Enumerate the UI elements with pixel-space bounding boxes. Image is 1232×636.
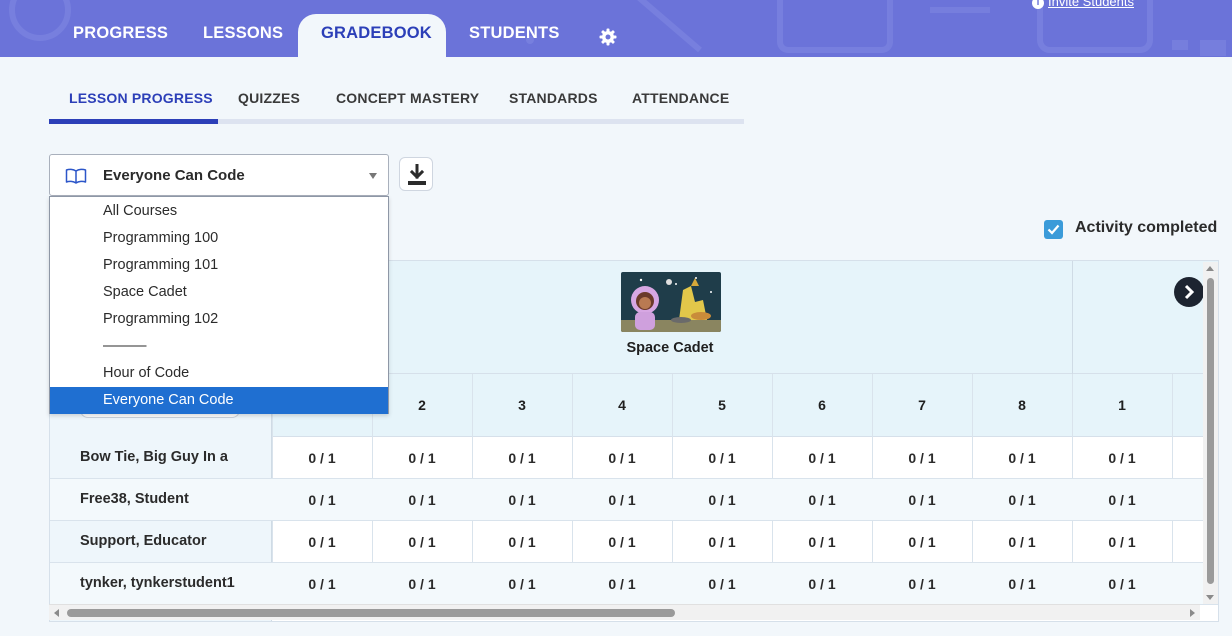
top-nav-bar: PROGRESS LESSONS GRADEBOOK STUDENTS i Inv… bbox=[0, 0, 1232, 57]
student-name[interactable]: Bow Tie, Big Guy In a bbox=[80, 449, 228, 465]
subtab-concept-mastery[interactable]: CONCEPT MASTERY bbox=[336, 90, 479, 106]
score-cell[interactable]: 0 / 1 bbox=[972, 492, 1072, 508]
score-cell[interactable]: 0 / 1 bbox=[672, 492, 772, 508]
table-row: Support, Educator 0 / 1 0 / 1 0 / 1 0 / … bbox=[50, 521, 1218, 563]
table-row: Free38, Student 0 / 1 0 / 1 0 / 1 0 / 1 … bbox=[50, 479, 1218, 521]
activity-completed-label: Activity completed bbox=[1075, 219, 1218, 236]
score-cell[interactable]: 0 / 1 bbox=[272, 576, 372, 592]
score-cell[interactable]: 0 / 1 bbox=[972, 534, 1072, 550]
course-option[interactable]: All Courses bbox=[50, 198, 388, 225]
score-cell[interactable]: 0 / 1 bbox=[372, 534, 472, 550]
score-cell[interactable]: 0 / 1 bbox=[872, 534, 972, 550]
course-option-separator: ——— bbox=[103, 338, 147, 354]
score-cell[interactable]: 0 / 1 bbox=[672, 450, 772, 466]
score-cell[interactable]: 0 / 1 bbox=[872, 450, 972, 466]
score-cell[interactable]: 0 / 1 bbox=[972, 576, 1072, 592]
score-cell[interactable]: 0 / 1 bbox=[1072, 492, 1172, 508]
check-icon bbox=[1047, 224, 1060, 235]
score-cell[interactable]: 0 / 1 bbox=[972, 450, 1072, 466]
vertical-scrollbar[interactable] bbox=[1203, 262, 1218, 604]
score-cell[interactable]: 0 / 1 bbox=[1072, 534, 1172, 550]
lesson-header: 5 bbox=[718, 397, 726, 413]
course-select-value: Everyone Can Code bbox=[103, 167, 245, 184]
scroll-left-icon[interactable] bbox=[54, 609, 59, 617]
lesson-header: 6 bbox=[818, 397, 826, 413]
subtab-active-indicator bbox=[49, 119, 218, 124]
course-option-selected[interactable]: Everyone Can Code bbox=[50, 387, 388, 414]
score-cell[interactable]: 0 / 1 bbox=[472, 534, 572, 550]
course-option[interactable]: Space Cadet bbox=[50, 279, 388, 306]
score-cell[interactable]: 0 / 1 bbox=[772, 450, 872, 466]
subtab-attendance[interactable]: ATTENDANCE bbox=[632, 90, 729, 106]
score-cell[interactable]: 0 / 1 bbox=[772, 576, 872, 592]
course-option[interactable]: Hour of Code bbox=[50, 360, 388, 387]
chevron-down-icon bbox=[369, 173, 377, 179]
student-name[interactable]: Free38, Student bbox=[80, 491, 189, 507]
vertical-scroll-thumb[interactable] bbox=[1207, 278, 1214, 584]
score-cell[interactable]: 0 / 1 bbox=[272, 450, 372, 466]
score-cell[interactable]: 0 / 1 bbox=[372, 450, 472, 466]
next-course-button[interactable] bbox=[1174, 277, 1204, 307]
scroll-down-icon[interactable] bbox=[1206, 595, 1214, 600]
score-cell[interactable]: 0 / 1 bbox=[572, 450, 672, 466]
lesson-header: 8 bbox=[1018, 397, 1026, 413]
score-cell[interactable]: 0 / 1 bbox=[272, 492, 372, 508]
student-name[interactable]: tynker, tynkerstudent1 bbox=[80, 575, 235, 591]
course-title: Space Cadet bbox=[626, 340, 714, 356]
lesson-header: 4 bbox=[618, 397, 626, 413]
info-icon: i bbox=[1032, 0, 1044, 9]
scroll-right-icon[interactable] bbox=[1190, 609, 1195, 617]
chevron-right-icon bbox=[1184, 284, 1195, 300]
course-divider bbox=[1072, 261, 1073, 374]
score-cell[interactable]: 0 / 1 bbox=[672, 534, 772, 550]
score-cell[interactable]: 0 / 1 bbox=[772, 492, 872, 508]
scroll-up-icon[interactable] bbox=[1206, 266, 1214, 271]
table-row: Bow Tie, Big Guy In a 0 / 1 0 / 1 0 / 1 … bbox=[50, 437, 1218, 479]
activity-completed-checkbox[interactable] bbox=[1044, 220, 1063, 239]
score-cell[interactable]: 0 / 1 bbox=[472, 576, 572, 592]
score-cell[interactable]: 0 / 1 bbox=[672, 576, 772, 592]
course-option[interactable]: Programming 101 bbox=[50, 252, 388, 279]
course-option[interactable]: Programming 100 bbox=[50, 225, 388, 252]
student-name[interactable]: Support, Educator bbox=[80, 533, 206, 549]
gear-icon[interactable] bbox=[598, 27, 618, 47]
course-dropdown-list: All Courses Programming 100 Programming … bbox=[49, 196, 389, 414]
subtab-lesson-progress[interactable]: LESSON PROGRESS bbox=[69, 90, 213, 106]
subtab-quizzes[interactable]: QUIZZES bbox=[238, 90, 300, 106]
score-cell[interactable]: 0 / 1 bbox=[472, 450, 572, 466]
score-cell[interactable]: 0 / 1 bbox=[572, 534, 672, 550]
tab-gradebook[interactable]: GRADEBOOK bbox=[321, 24, 432, 43]
score-cell[interactable]: 0 / 1 bbox=[1072, 450, 1172, 466]
course-header bbox=[272, 261, 1218, 374]
score-cell[interactable]: 0 / 1 bbox=[872, 576, 972, 592]
score-cell[interactable]: 0 / 1 bbox=[1072, 576, 1172, 592]
download-icon bbox=[408, 164, 426, 185]
lesson-header: 3 bbox=[518, 397, 526, 413]
course-select[interactable]: Everyone Can Code bbox=[49, 154, 389, 196]
tab-progress[interactable]: PROGRESS bbox=[73, 24, 168, 43]
score-cell[interactable]: 0 / 1 bbox=[572, 576, 672, 592]
tab-students[interactable]: STUDENTS bbox=[469, 24, 560, 43]
horizontal-scrollbar[interactable] bbox=[49, 604, 1200, 620]
space-cadet-course-image bbox=[621, 272, 721, 332]
tab-lessons[interactable]: LESSONS bbox=[203, 24, 283, 43]
score-cell[interactable]: 0 / 1 bbox=[372, 492, 472, 508]
score-cell[interactable]: 0 / 1 bbox=[772, 534, 872, 550]
lesson-header: 1 bbox=[1118, 397, 1126, 413]
table-row: tynker, tynkerstudent1 0 / 1 0 / 1 0 / 1… bbox=[50, 563, 1218, 605]
score-cell[interactable]: 0 / 1 bbox=[872, 492, 972, 508]
score-cell[interactable]: 0 / 1 bbox=[572, 492, 672, 508]
subtab-standards[interactable]: STANDARDS bbox=[509, 90, 598, 106]
course-option[interactable]: Programming 102 bbox=[50, 306, 388, 333]
invite-students-link[interactable]: i Invite Students bbox=[1032, 0, 1134, 9]
book-icon bbox=[65, 168, 87, 184]
gradebook-subtabs: LESSON PROGRESS QUIZZES CONCEPT MASTERY … bbox=[49, 84, 744, 124]
horizontal-scroll-thumb[interactable] bbox=[67, 609, 675, 617]
download-button[interactable] bbox=[399, 157, 433, 191]
score-cell[interactable]: 0 / 1 bbox=[272, 534, 372, 550]
score-cell[interactable]: 0 / 1 bbox=[472, 492, 572, 508]
score-cell[interactable]: 0 / 1 bbox=[372, 576, 472, 592]
lesson-header: 7 bbox=[918, 397, 926, 413]
